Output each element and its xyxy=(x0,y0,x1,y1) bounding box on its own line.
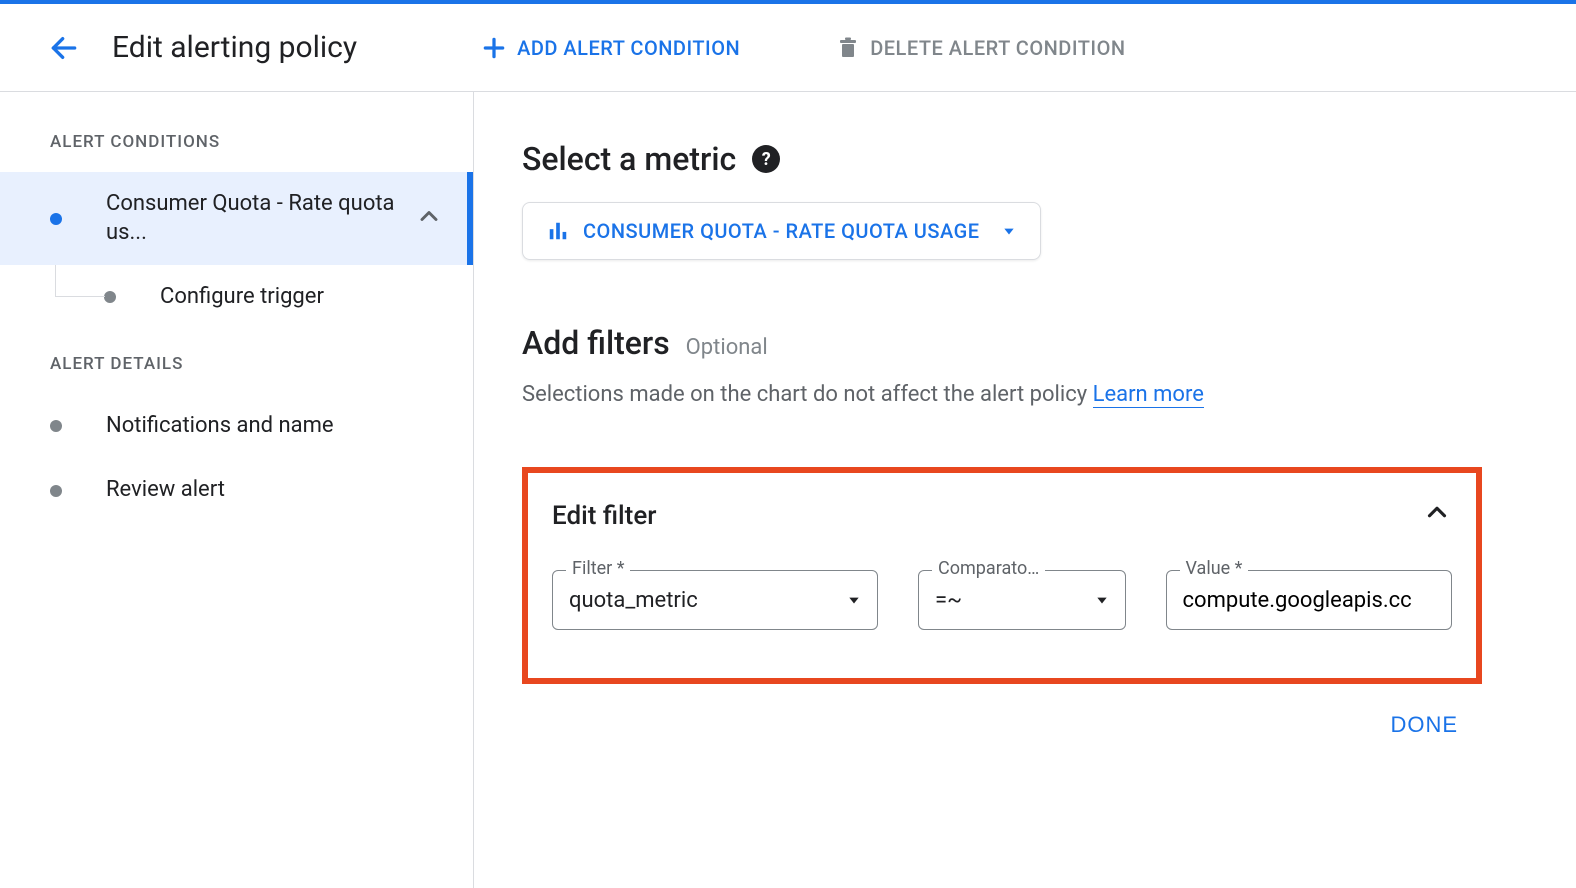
filters-helper-text-content: Selections made on the chart do not affe… xyxy=(522,382,1093,407)
sidebar-section-conditions: ALERT CONDITIONS xyxy=(0,132,473,172)
step-bullet-icon xyxy=(50,213,62,225)
filter-select[interactable]: quota_metric xyxy=(552,570,878,630)
filter-select-value: quota_metric xyxy=(569,588,698,613)
step-bullet-icon xyxy=(104,291,116,303)
main-panel: Select a metric ? CONSUMER QUOTA - RATE … xyxy=(474,92,1576,888)
learn-more-link[interactable]: Learn more xyxy=(1093,382,1204,408)
value-input[interactable] xyxy=(1183,588,1436,613)
caret-down-icon xyxy=(1002,224,1016,238)
edit-filter-title: Edit filter xyxy=(552,501,656,531)
chevron-up-icon[interactable] xyxy=(415,202,443,236)
step-bullet-icon xyxy=(50,420,62,432)
caret-down-icon xyxy=(1095,593,1109,607)
plus-icon xyxy=(481,35,507,61)
bar-chart-icon xyxy=(547,220,569,242)
sidebar-item-condition[interactable]: Consumer Quota - Rate quota us... xyxy=(0,172,473,265)
sidebar-item-label: Review alert xyxy=(106,476,449,505)
sidebar-item-notifications[interactable]: Notifications and name xyxy=(0,394,473,459)
add-alert-condition-label: ADD ALERT CONDITION xyxy=(517,36,740,60)
sidebar-item-label: Consumer Quota - Rate quota us... xyxy=(106,190,415,247)
trash-icon xyxy=(836,36,860,60)
sidebar: ALERT CONDITIONS Consumer Quota - Rate q… xyxy=(0,92,474,888)
edit-filter-panel: Edit filter Filter * quota_metric Compar… xyxy=(522,467,1482,684)
page-header: Edit alerting policy ADD ALERT CONDITION… xyxy=(0,4,1576,92)
add-filters-title: Add filters Optional xyxy=(522,324,1576,362)
value-field-label: Value * xyxy=(1180,558,1249,579)
chevron-up-icon[interactable] xyxy=(1422,497,1452,534)
step-bullet-icon xyxy=(50,485,62,497)
filters-helper-text: Selections made on the chart do not affe… xyxy=(522,382,1576,407)
optional-label: Optional xyxy=(686,335,768,360)
sidebar-item-configure-trigger[interactable]: Configure trigger xyxy=(0,265,473,330)
select-metric-title-text: Select a metric xyxy=(522,140,736,178)
back-arrow-icon[interactable] xyxy=(48,32,80,64)
add-alert-condition-button[interactable]: ADD ALERT CONDITION xyxy=(469,27,752,69)
filter-field: Filter * quota_metric xyxy=(552,570,878,630)
comparator-select-value: =~ xyxy=(935,588,962,613)
page-title: Edit alerting policy xyxy=(112,30,357,65)
tree-connector xyxy=(55,265,105,297)
metric-selector-label: CONSUMER QUOTA - RATE QUOTA USAGE xyxy=(583,219,980,243)
sidebar-item-label: Configure trigger xyxy=(160,283,449,312)
comparator-field-label: Comparato… xyxy=(932,558,1045,579)
metric-selector[interactable]: CONSUMER QUOTA - RATE QUOTA USAGE xyxy=(522,202,1041,260)
select-metric-title: Select a metric ? xyxy=(522,140,1576,178)
sidebar-item-review-alert[interactable]: Review alert xyxy=(0,458,473,523)
comparator-select[interactable]: =~ xyxy=(918,570,1125,630)
add-filters-title-text: Add filters xyxy=(522,324,670,362)
caret-down-icon xyxy=(847,593,861,607)
filter-field-label: Filter * xyxy=(566,558,630,579)
delete-alert-condition-label: DELETE ALERT CONDITION xyxy=(870,36,1125,60)
comparator-field: Comparato… =~ xyxy=(918,570,1125,630)
sidebar-section-details: ALERT DETAILS xyxy=(0,330,473,394)
delete-alert-condition-button[interactable]: DELETE ALERT CONDITION xyxy=(824,28,1137,68)
done-button[interactable]: DONE xyxy=(1390,712,1458,738)
sidebar-item-label: Notifications and name xyxy=(106,412,449,441)
value-field: Value * xyxy=(1166,570,1453,630)
help-icon[interactable]: ? xyxy=(752,145,780,173)
